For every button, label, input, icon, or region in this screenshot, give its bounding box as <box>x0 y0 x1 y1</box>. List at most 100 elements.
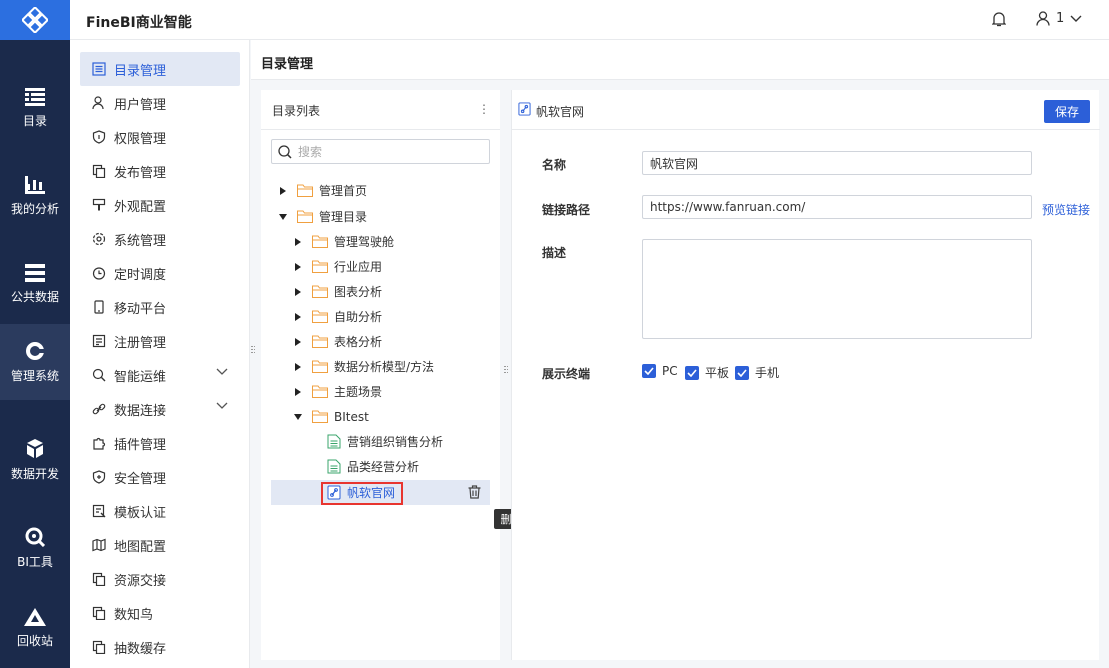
nav-item-data-dev[interactable]: 数据开发 <box>0 422 70 498</box>
folder-icon <box>312 385 328 398</box>
submenu-item-permission[interactable]: 权限管理 <box>80 120 240 154</box>
checkbox-checked-icon <box>685 365 699 380</box>
terminal-phone-checkbox[interactable]: 手机 <box>735 364 779 381</box>
name-label: 名称 <box>542 158 567 172</box>
preview-link[interactable]: 预览链接 <box>1042 201 1090 218</box>
tree-item-folder[interactable]: 管理驾驶舱 <box>292 229 394 254</box>
copy-icon <box>92 640 106 654</box>
name-field[interactable]: 帆软官网 <box>642 151 1032 175</box>
collapse-arrow-icon[interactable] <box>292 411 304 423</box>
nav-item-public-data[interactable]: 公共数据 <box>0 246 70 322</box>
nav-item-management[interactable]: 管理系统 <box>0 324 70 400</box>
search-icon <box>92 368 106 382</box>
submenu-item-template-cert[interactable]: 模板认证 <box>80 494 240 528</box>
expand-arrow-icon[interactable] <box>292 386 304 398</box>
submenu-item-catalog-management[interactable]: 目录管理 <box>80 52 240 86</box>
tree-item-folder[interactable]: BItest <box>292 404 369 429</box>
submenu-item-extract-cache[interactable]: 抽数缓存 <box>80 630 240 664</box>
expand-arrow-icon[interactable] <box>292 336 304 348</box>
submenu-label: 用户管理 <box>114 97 167 113</box>
certificate-icon <box>92 504 106 518</box>
user-icon <box>92 96 104 110</box>
tree-item-folder[interactable]: 主题场景 <box>292 379 382 404</box>
checkbox-checked-icon <box>735 365 749 380</box>
tree-item-label: 管理目录 <box>319 210 368 224</box>
notification-button[interactable] <box>991 12 1007 31</box>
tool-icon <box>25 527 45 547</box>
tree-item-folder[interactable]: 表格分析 <box>292 329 382 354</box>
description-label: 描述 <box>542 246 567 260</box>
terminal-tablet-checkbox[interactable]: 平板 <box>685 364 729 381</box>
expand-arrow-icon[interactable] <box>277 185 289 197</box>
collapse-arrow-icon[interactable] <box>277 211 289 223</box>
submenu-item-user-management[interactable]: 用户管理 <box>80 86 240 120</box>
submenu-label: 外观配置 <box>114 199 167 215</box>
expand-arrow-icon[interactable] <box>292 361 304 373</box>
expand-arrow-icon[interactable] <box>292 261 304 273</box>
submenu-item-schedule[interactable]: 定时调度 <box>80 256 240 290</box>
search-input[interactable] <box>298 144 478 159</box>
list-icon <box>92 62 106 76</box>
nav-item-label: 回收站 <box>16 633 53 648</box>
gear-icon <box>92 232 106 246</box>
folder-icon <box>297 184 313 197</box>
tree-item-label: 管理首页 <box>319 184 368 198</box>
tree-item-folder[interactable]: 管理目录 <box>277 204 367 229</box>
tree-item-folder[interactable]: 图表分析 <box>292 279 382 304</box>
submenu-item-mobile[interactable]: 移动平台 <box>80 290 240 324</box>
tree-item-report[interactable]: 营销组织销售分析 <box>327 429 443 454</box>
tree-item-folder[interactable]: 行业应用 <box>292 254 382 279</box>
submenu-label: 目录管理 <box>114 63 167 79</box>
nav-item-label: BI工具 <box>17 554 53 569</box>
submenu-item-smart-ops[interactable]: 智能运维 <box>80 358 240 392</box>
user-menu[interactable]: 1 <box>1036 11 1082 26</box>
nav-item-catalog[interactable]: 目录 <box>0 70 70 146</box>
delete-button[interactable] <box>468 485 481 503</box>
link-icon <box>92 403 106 415</box>
submenu-item-resource-handover[interactable]: 资源交接 <box>80 562 240 596</box>
more-options-icon[interactable]: ⋮ <box>478 102 490 116</box>
expand-arrow-icon[interactable] <box>292 286 304 298</box>
checkbox-label: 平板 <box>705 366 730 380</box>
nav-item-my-analysis[interactable]: 我的分析 <box>0 158 70 234</box>
submenu-item-plugins[interactable]: 插件管理 <box>80 426 240 460</box>
submenu-label: 发布管理 <box>114 165 167 181</box>
description-field[interactable] <box>642 239 1032 339</box>
nav-item-recycle[interactable]: 回收站 <box>0 590 70 666</box>
nav-item-label: 目录 <box>22 113 47 128</box>
tree-item-label: BItest <box>334 409 369 424</box>
submenu-item-appearance[interactable]: 外观配置 <box>80 188 240 222</box>
submenu-item-publish[interactable]: 发布管理 <box>80 154 240 188</box>
submenu-item-system[interactable]: 系统管理 <box>80 222 240 256</box>
folder-icon <box>312 360 328 373</box>
save-button[interactable]: 保存 <box>1044 100 1090 123</box>
tree-item-label: 图表分析 <box>334 285 383 299</box>
folder-icon <box>312 310 328 323</box>
resize-handle[interactable] <box>251 346 255 356</box>
nav-item-label: 数据开发 <box>10 466 59 481</box>
expand-arrow-icon[interactable] <box>292 236 304 248</box>
tree-item-folder[interactable]: 自助分析 <box>292 304 382 329</box>
tree-item-report[interactable]: 品类经营分析 <box>327 454 419 479</box>
nav-item-bi-tools[interactable]: BI工具 <box>0 510 70 586</box>
expand-arrow-icon[interactable] <box>292 311 304 323</box>
database-icon <box>25 263 45 282</box>
submenu-label: 地图配置 <box>114 539 167 555</box>
puzzle-icon <box>93 437 106 450</box>
search-box[interactable] <box>271 139 490 164</box>
link-file-icon <box>518 102 531 116</box>
directory-title: 目录列表 <box>272 104 321 118</box>
tree-item-folder[interactable]: 数据分析模型/方法 <box>292 354 434 379</box>
resize-handle[interactable] <box>504 366 508 376</box>
submenu-item-registration[interactable]: 注册管理 <box>80 324 240 358</box>
path-field[interactable]: https://www.fanruan.com/ <box>642 195 1032 219</box>
folder-icon <box>312 235 328 248</box>
submenu-item-data-connection[interactable]: 数据连接 <box>80 392 240 426</box>
submenu-item-shuzhiniao[interactable]: 数知鸟 <box>80 596 240 630</box>
submenu-item-map[interactable]: 地图配置 <box>80 528 240 562</box>
submenu-item-security[interactable]: 安全管理 <box>80 460 240 494</box>
logo[interactable] <box>0 0 70 40</box>
terminal-pc-checkbox[interactable]: PC <box>642 364 678 378</box>
checkbox-label: 手机 <box>755 366 780 380</box>
tree-item-folder[interactable]: 管理首页 <box>277 178 367 203</box>
